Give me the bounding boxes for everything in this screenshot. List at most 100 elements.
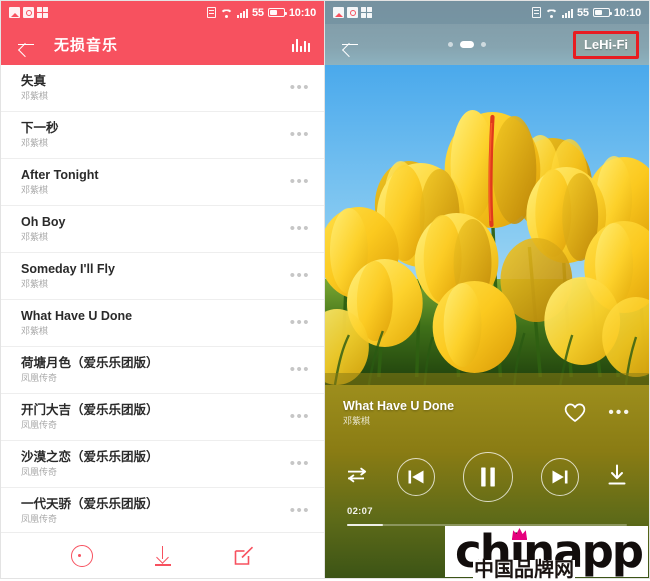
row-more-icon[interactable]: ••• [280,409,310,424]
status-bar-left: 55 10:10 [1,1,324,24]
list-item[interactable]: 失真 邓紫棋 ••• [1,65,324,112]
list-item[interactable]: Someday I'll Fly 邓紫棋 ••• [1,253,324,300]
list-item[interactable]: What Have U Done 邓紫棋 ••• [1,300,324,347]
play-circle-icon [70,544,93,567]
list-item[interactable]: 沙漠之恋（爱乐乐团版） 凤凰传奇 ••• [1,441,324,488]
equalizer-icon[interactable] [291,38,310,52]
list-item[interactable]: 荷塘月色（爱乐乐团版） 凤凰传奇 ••• [1,347,324,394]
song-title: Oh Boy [21,214,66,229]
status-bar-system-icons: 55 10:10 [532,7,641,19]
song-title: 沙漠之恋（爱乐乐团版） [21,449,159,464]
left-app-bar: 无损音乐 [1,24,324,65]
right-phone-screen: 55 10:10 LeHi-Fi What Have U Done 邓紫棋 ••… [325,0,650,579]
list-item[interactable]: After Tonight 邓紫棋 ••• [1,159,324,206]
apps-icon [37,7,48,18]
row-more-icon[interactable]: ••• [280,315,310,330]
song-artist: 邓紫棋 [21,325,49,336]
message-icon [23,7,34,18]
song-artist: 邓紫棋 [21,278,49,289]
back-arrow-icon[interactable] [339,34,361,56]
page-indicator-dots[interactable] [447,41,486,48]
now-playing-title: What Have U Done [343,399,455,413]
song-title: 开门大吉（爱乐乐团版） [21,402,159,417]
now-playing-artist: 邓紫棋 [343,416,371,426]
song-artist: 凤凰传奇 [21,513,58,524]
row-more-icon[interactable]: ••• [280,174,310,189]
song-artist: 凤凰传奇 [21,372,58,383]
row-more-icon[interactable]: ••• [280,80,310,95]
row-more-icon[interactable]: ••• [280,127,310,142]
song-title: 失真 [21,73,47,88]
progress-fill [347,524,384,526]
download-button[interactable] [607,464,627,491]
song-list[interactable]: 失真 邓紫棋 ••• 下一秒 邓紫棋 ••• After Tonight 邓紫棋… [1,65,324,533]
message-icon [347,7,358,18]
play-pause-button[interactable] [463,452,513,502]
song-artist: 凤凰传奇 [21,466,58,477]
page-dot-1[interactable] [447,42,453,47]
song-title: After Tonight [21,167,99,182]
status-bar-right: 55 10:10 [325,1,649,24]
heart-icon[interactable] [564,403,586,423]
status-bar-system-icons: 55 10:10 [207,7,316,19]
now-playing-info: What Have U Done 邓紫棋 ••• [325,385,649,441]
song-title: 一代天骄（爱乐乐团版） [21,496,159,511]
right-app-bar: LeHi-Fi [325,24,649,65]
shuffle-button[interactable] [347,467,369,488]
song-title: What Have U Done [21,308,133,323]
list-item[interactable]: 一代天骄（爱乐乐团版） 凤凰传奇 ••• [1,488,324,533]
row-more-icon[interactable]: ••• [280,221,310,236]
image-icon [333,7,344,18]
play-all-button[interactable] [69,543,95,569]
clock-label: 10:10 [613,6,641,19]
sim-icon [207,7,217,18]
bottom-toolbar [1,532,324,578]
song-title: 下一秒 [21,120,59,135]
pause-icon [481,467,495,487]
song-title: Someday I'll Fly [21,261,115,276]
dual-phone-screenshot: 55 10:10 无损音乐 失真 邓紫棋 ••• 下一秒 邓紫棋 ••• Aft… [0,0,650,579]
list-item[interactable]: 开门大吉（爱乐乐团版） 凤凰传奇 ••• [1,394,324,441]
song-artist: 邓紫棋 [21,137,49,148]
song-artist: 邓紫棋 [21,90,49,101]
progress-area: 02:07 [325,506,649,526]
previous-track-button[interactable] [397,458,435,496]
clock-label: 10:10 [288,6,316,19]
now-playing-more-icon[interactable]: ••• [608,405,631,421]
page-dot-2-active[interactable] [459,41,474,48]
album-artwork-tulips[interactable] [325,65,649,385]
row-more-icon[interactable]: ••• [280,456,310,471]
download-icon [608,464,626,484]
song-artist: 邓紫棋 [21,231,49,242]
left-phone-screen: 55 10:10 无损音乐 失真 邓紫棋 ••• 下一秒 邓紫棋 ••• Aft… [0,0,325,579]
hifi-badge[interactable]: LeHi-Fi [572,30,639,59]
list-item[interactable]: 下一秒 邓紫棋 ••• [1,112,324,159]
download-button[interactable] [150,543,176,569]
row-more-icon[interactable]: ••• [280,268,310,283]
edit-button[interactable] [231,543,257,569]
crown-icon [512,528,528,540]
tulip-photo-illustration [325,65,649,385]
battery-percent-label: 55 [252,6,264,19]
watermark: chinapp 中国品牌网 [445,526,648,580]
wifi-icon [220,8,233,18]
song-title: 荷塘月色（爱乐乐团版） [21,355,159,370]
list-item[interactable]: Oh Boy 邓紫棋 ••• [1,206,324,253]
previous-track-icon [408,470,424,484]
next-track-icon [552,470,568,484]
signal-icon [562,8,574,18]
sim-icon [532,7,542,18]
row-more-icon[interactable]: ••• [280,503,310,518]
apps-icon [361,7,372,18]
shuffle-icon [348,467,367,482]
page-dot-3[interactable] [480,42,486,47]
download-icon [154,563,171,566]
hifi-badge-label: LeHi-Fi [583,36,628,52]
back-arrow-icon[interactable] [15,34,37,56]
row-more-icon[interactable]: ••• [280,362,310,377]
page-title: 无损音乐 [54,37,119,54]
next-track-button[interactable] [541,458,579,496]
current-time-label: 02:07 [347,506,373,517]
heart-outline [564,403,586,422]
status-bar-notification-icons [9,7,48,18]
